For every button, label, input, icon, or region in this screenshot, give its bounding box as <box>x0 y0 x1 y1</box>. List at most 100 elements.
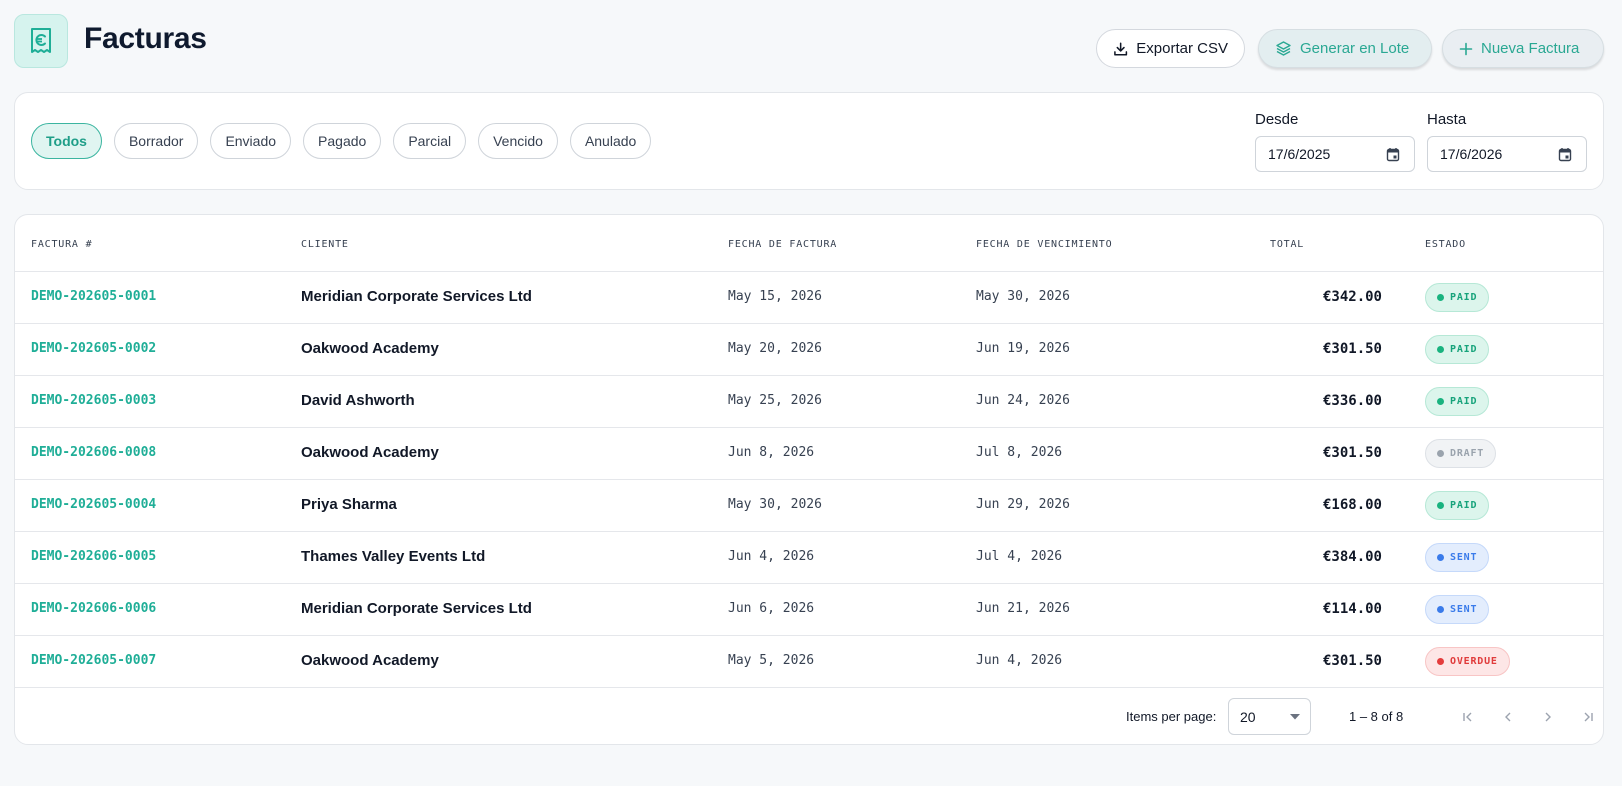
invoice-date: Jun 6, 2026 <box>728 601 815 616</box>
table-row[interactable]: DEMO-202605-0001 Meridian Corporate Serv… <box>15 272 1603 324</box>
status-label: OVERDUE <box>1450 656 1498 667</box>
invoice-number-link[interactable]: DEMO-202606-0008 <box>31 445 156 460</box>
batch-generate-button[interactable]: Generar en Lote <box>1258 29 1432 68</box>
invoice-date: Jun 8, 2026 <box>728 445 815 460</box>
status-label: PAID <box>1450 396 1478 407</box>
status-label: SENT <box>1450 604 1478 615</box>
invoice-number-link[interactable]: DEMO-202606-0005 <box>31 549 156 564</box>
status-dot <box>1437 398 1444 405</box>
invoice-date: May 20, 2026 <box>728 341 822 356</box>
status-badge: SENT <box>1425 543 1490 572</box>
table-row[interactable]: DEMO-202606-0008 Oakwood Academy Jun 8, … <box>15 428 1603 480</box>
first-page-button[interactable] <box>1457 706 1479 728</box>
next-page-button[interactable] <box>1537 706 1559 728</box>
column-header-date[interactable]: Fecha de Factura <box>728 239 837 250</box>
invoice-number-link[interactable]: DEMO-202605-0007 <box>31 653 156 668</box>
table-row[interactable]: DEMO-202605-0004 Priya Sharma May 30, 20… <box>15 480 1603 532</box>
due-date: Jun 21, 2026 <box>976 601 1070 616</box>
date-to-input[interactable]: 17/6/2026 <box>1427 136 1587 172</box>
client-name: David Ashworth <box>301 392 415 409</box>
status-badge: PAID <box>1425 387 1490 416</box>
due-date: Jun 29, 2026 <box>976 497 1070 512</box>
invoice-number-link[interactable]: DEMO-202605-0002 <box>31 341 156 356</box>
column-header-number[interactable]: Factura # <box>31 239 92 250</box>
table-row[interactable]: DEMO-202605-0002 Oakwood Academy May 20,… <box>15 324 1603 376</box>
calendar-icon[interactable] <box>1386 147 1400 162</box>
chevron-left-icon <box>1505 712 1511 722</box>
client-name: Priya Sharma <box>301 496 397 513</box>
invoices-table: Factura # Cliente Fecha de Factura Fecha… <box>14 214 1604 745</box>
date-from-label: Desde <box>1255 111 1299 128</box>
page-header: Facturas Exportar CSV Generar en Lote Nu… <box>14 14 1604 70</box>
items-per-page-label: Items per page: <box>1126 709 1217 724</box>
previous-page-button[interactable] <box>1497 706 1519 728</box>
chip-vencido[interactable]: Vencido <box>478 123 558 159</box>
status-badge: PAID <box>1425 491 1490 520</box>
invoice-total: €301.50 <box>1322 341 1382 357</box>
client-name: Meridian Corporate Services Ltd <box>301 288 532 305</box>
invoice-date: May 25, 2026 <box>728 393 822 408</box>
plus-icon <box>1459 42 1473 55</box>
table-row[interactable]: DEMO-202605-0007 Oakwood Academy May 5, … <box>15 636 1603 688</box>
layers-icon <box>1276 41 1291 56</box>
client-name: Oakwood Academy <box>301 444 439 461</box>
invoice-number-link[interactable]: DEMO-202605-0003 <box>31 393 156 408</box>
table-row[interactable]: DEMO-202605-0003 David Ashworth May 25, … <box>15 376 1603 428</box>
due-date: May 30, 2026 <box>976 289 1070 304</box>
items-per-page-select[interactable]: 20 <box>1228 698 1311 735</box>
due-date: Jun 4, 2026 <box>976 653 1063 668</box>
column-header-client[interactable]: Cliente <box>301 239 349 250</box>
status-filter-chips: Todos Borrador Enviado Pagado Parcial Ve… <box>31 123 652 159</box>
table-row[interactable]: DEMO-202606-0005 Thames Valley Events Lt… <box>15 532 1603 584</box>
table-row[interactable]: DEMO-202606-0006 Meridian Corporate Serv… <box>15 584 1603 636</box>
client-name: Oakwood Academy <box>301 340 439 357</box>
client-name: Thames Valley Events Ltd <box>301 548 486 565</box>
status-dot <box>1437 606 1444 613</box>
status-badge: PAID <box>1425 283 1490 312</box>
column-header-total[interactable]: Total <box>1270 239 1304 250</box>
status-dot <box>1437 294 1444 301</box>
invoice-logo <box>14 14 68 68</box>
status-dot <box>1437 346 1444 353</box>
invoice-number-link[interactable]: DEMO-202605-0001 <box>31 289 156 304</box>
column-header-status[interactable]: Estado <box>1425 239 1466 250</box>
download-icon <box>1114 41 1128 56</box>
status-label: SENT <box>1450 552 1478 563</box>
status-dot <box>1437 450 1444 457</box>
invoice-total: €336.00 <box>1322 393 1382 409</box>
status-dot <box>1437 554 1444 561</box>
export-csv-button[interactable]: Exportar CSV <box>1096 29 1245 68</box>
invoice-date: May 5, 2026 <box>728 653 815 668</box>
export-csv-label: Exportar CSV <box>1136 40 1228 57</box>
calendar-icon[interactable] <box>1558 147 1572 162</box>
date-to-value: 17/6/2026 <box>1440 146 1503 162</box>
status-badge: OVERDUE <box>1425 647 1510 676</box>
date-from-value: 17/6/2025 <box>1268 146 1331 162</box>
last-page-button[interactable] <box>1577 706 1599 728</box>
date-to-label: Hasta <box>1427 111 1467 128</box>
invoice-number-link[interactable]: DEMO-202605-0004 <box>31 497 156 512</box>
due-date: Jul 4, 2026 <box>976 549 1063 564</box>
batch-generate-label: Generar en Lote <box>1300 40 1410 57</box>
chip-anulado[interactable]: Anulado <box>569 123 652 159</box>
status-label: DRAFT <box>1450 448 1485 459</box>
new-invoice-button[interactable]: Nueva Factura <box>1442 29 1604 68</box>
chip-borrador[interactable]: Borrador <box>113 123 199 159</box>
invoice-total: €342.00 <box>1322 289 1382 305</box>
column-header-due-date[interactable]: Fecha de Vencimiento <box>976 239 1112 250</box>
chip-parcial[interactable]: Parcial <box>393 123 467 159</box>
invoice-total: €384.00 <box>1322 549 1382 565</box>
status-badge: PAID <box>1425 335 1490 364</box>
status-label: PAID <box>1450 500 1478 511</box>
due-date: Jun 19, 2026 <box>976 341 1070 356</box>
first-page-icon <box>1463 712 1472 722</box>
date-to-group: Hasta 17/6/2026 <box>1427 111 1587 172</box>
chip-todos[interactable]: Todos <box>31 123 102 159</box>
due-date: Jul 8, 2026 <box>976 445 1063 460</box>
client-name: Meridian Corporate Services Ltd <box>301 600 532 617</box>
invoice-number-link[interactable]: DEMO-202606-0006 <box>31 601 156 616</box>
chip-pagado[interactable]: Pagado <box>303 123 382 159</box>
status-dot <box>1437 502 1444 509</box>
chip-enviado[interactable]: Enviado <box>210 123 292 159</box>
date-from-input[interactable]: 17/6/2025 <box>1255 136 1415 172</box>
